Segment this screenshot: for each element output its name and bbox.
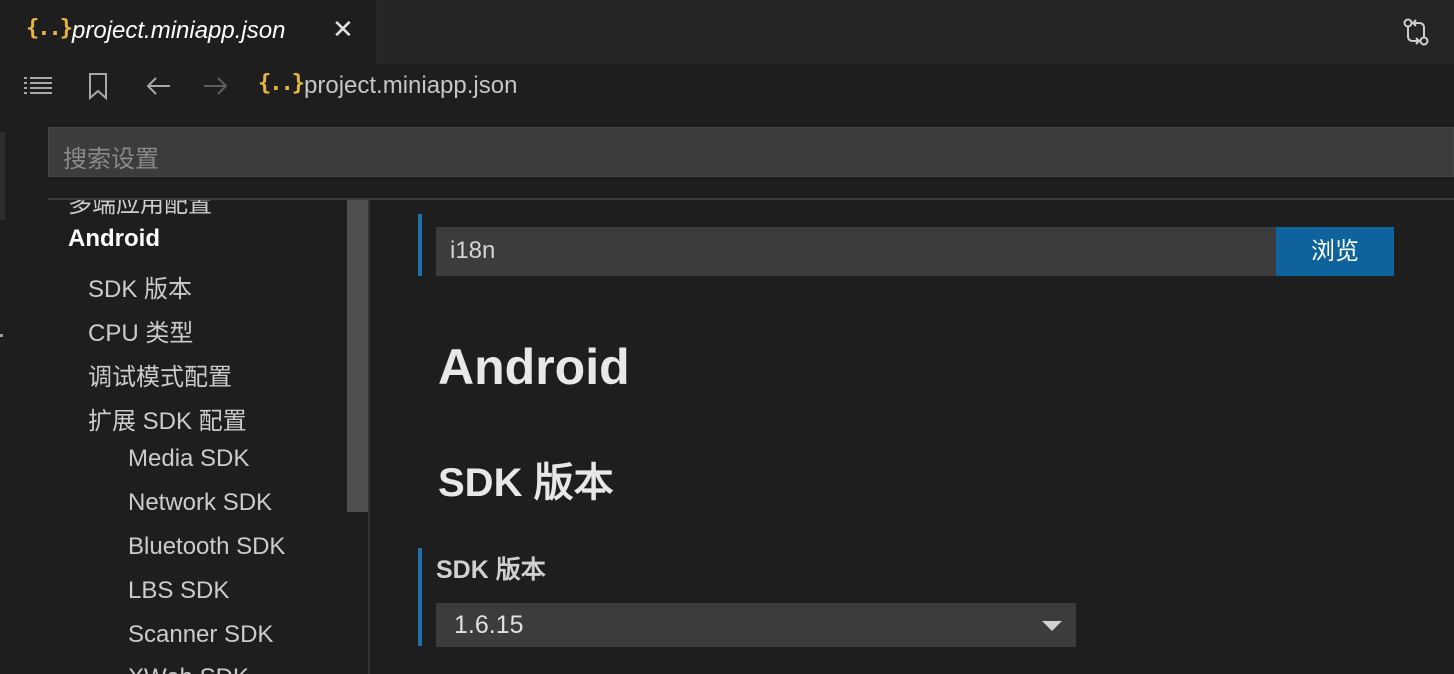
section-title: Android (438, 339, 630, 395)
toc-item-sdk-version[interactable]: SDK 版本 (88, 269, 192, 304)
path-input[interactable]: i18n (436, 227, 1276, 276)
toc-item-media-sdk[interactable]: Media SDK (128, 445, 249, 473)
breadcrumb-bar: {..} project.miniapp.json (0, 64, 1454, 108)
modified-indicator (418, 214, 422, 276)
setting-label: SDK 版本 (436, 556, 546, 584)
git-compare-icon[interactable] (1400, 16, 1432, 48)
arrow-right-icon[interactable] (200, 72, 230, 100)
activity-edge (0, 132, 5, 220)
settings-content: i18n 浏览 Android SDK 版本 SDK 版本 1.6.15 (370, 200, 1454, 674)
breadcrumb-file[interactable]: project.miniapp.json (304, 72, 517, 100)
json-file-icon: {..} (26, 16, 73, 41)
select-value: 1.6.15 (454, 611, 524, 639)
toc-scrollbar[interactable] (347, 200, 368, 512)
edge-dot (0, 334, 3, 337)
list-icon[interactable] (24, 72, 54, 100)
toc-item-android[interactable]: Android (68, 225, 160, 253)
sdk-version-select[interactable]: 1.6.15 (436, 603, 1076, 647)
json-file-icon: {..} (258, 71, 305, 96)
toc-item-network-sdk[interactable]: Network SDK (128, 489, 272, 517)
bookmark-icon[interactable] (86, 72, 116, 100)
toc-item-scanner-sdk[interactable]: Scanner SDK (128, 621, 273, 649)
path-value: i18n (450, 237, 496, 264)
tab-title: project.miniapp.json (72, 17, 286, 44)
editor-tab[interactable]: {..} project.miniapp.json ✕ (0, 0, 377, 64)
toc-item-extended-sdk[interactable]: 扩展 SDK 配置 (88, 401, 247, 436)
toc-item-bluetooth-sdk[interactable]: Bluetooth SDK (128, 533, 285, 561)
arrow-left-icon[interactable] (144, 72, 174, 100)
search-placeholder: 搜索设置 (63, 146, 159, 173)
subsection-title: SDK 版本 (438, 461, 614, 505)
toc-item-lbs-sdk[interactable]: LBS SDK (128, 577, 229, 605)
toc-item-cpu-type[interactable]: CPU 类型 (88, 313, 193, 348)
toc-item-debug-mode[interactable]: 调试模式配置 (88, 357, 232, 392)
tab-bar: {..} project.miniapp.json ✕ (0, 0, 1454, 64)
toc-item-xweb-sdk[interactable]: XWeb SDK (128, 664, 249, 674)
search-settings-input[interactable]: 搜索设置 (48, 127, 1454, 177)
modified-indicator (418, 548, 422, 646)
browse-button[interactable]: 浏览 (1276, 227, 1394, 276)
chevron-down-icon (1042, 621, 1062, 631)
settings-toc: 多端应用配置 Android SDK 版本 CPU 类型 调试模式配置 扩展 S… (48, 200, 348, 674)
close-icon[interactable]: ✕ (332, 14, 354, 45)
toc-item-multi-app[interactable]: 多端应用配置 (68, 200, 212, 219)
